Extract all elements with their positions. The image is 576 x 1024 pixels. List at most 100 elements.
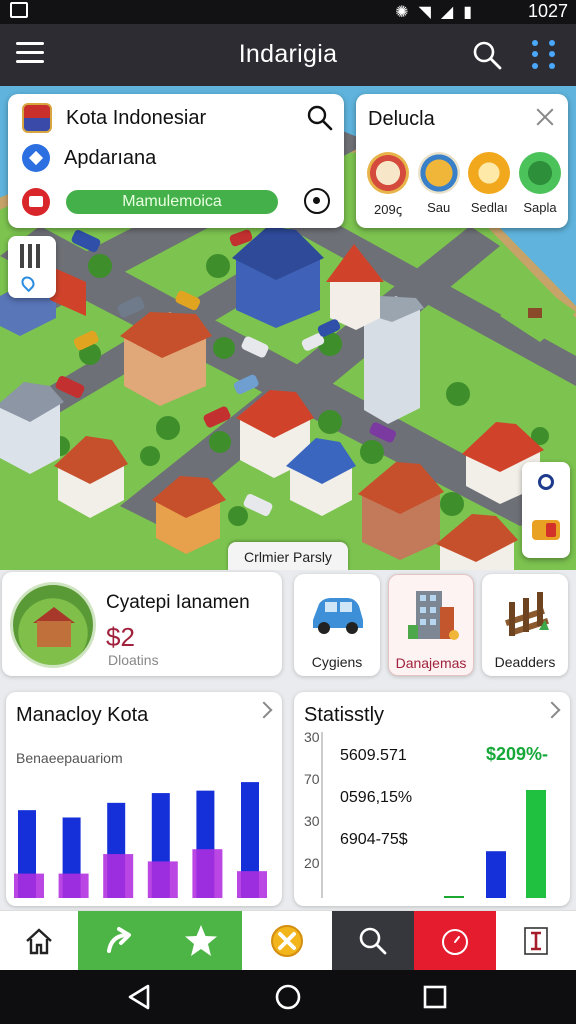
delucla-item-label: Sau (427, 200, 451, 215)
delucla-items: 209ꞔ Sau Sedlaı Sapla (364, 152, 564, 218)
map-side-control[interactable] (522, 462, 570, 558)
leaf-icon (518, 152, 561, 194)
map-location-label[interactable]: Crlmier Parsly (228, 542, 348, 570)
area-name: Apdarıana (64, 146, 157, 169)
chart-bar (526, 790, 546, 898)
category-label: Danajemas (395, 655, 467, 671)
more-options-icon[interactable] (526, 38, 562, 72)
timer-icon (442, 929, 468, 955)
building-icon (408, 591, 459, 640)
system-nav-bar (0, 970, 576, 1024)
video-icon (22, 188, 50, 216)
statisstly-chart-card[interactable]: Statisstly 30 70 30 20 5609.571 0596,15% 6904-… (294, 692, 570, 906)
clock: 1027 (527, 1, 568, 21)
award-badge-icon (367, 152, 409, 194)
nav-text[interactable] (496, 911, 576, 971)
y-tick-label: 20 (304, 855, 320, 871)
delucla-card: Delucla 209ꞔ Sau Sedlaı Sapla (356, 94, 568, 228)
nav-timer[interactable] (414, 911, 496, 971)
screenshot-icon (10, 2, 28, 18)
nav-favorites[interactable] (160, 911, 242, 971)
app-bar: Indarigia (0, 24, 576, 86)
stat-line: 5609.571 (340, 747, 407, 764)
chart-bar (14, 873, 44, 898)
pin-icon (18, 273, 38, 293)
status-icons: ✺ ◥ ◢ ▮ (395, 2, 472, 22)
close-icon[interactable] (534, 106, 556, 128)
chart-bar (444, 896, 464, 898)
chart-bar (147, 861, 178, 898)
car-icon (313, 598, 363, 634)
dashboard: Cyatepi Ianamen $2 Dloatins Cygiens Dana… (0, 570, 576, 910)
locate-target-icon[interactable] (304, 188, 330, 214)
nav-search[interactable] (332, 911, 414, 971)
gift-icon (468, 152, 511, 194)
y-tick-label: 70 (304, 771, 320, 787)
category-label: Deadders (494, 654, 556, 670)
status-pill[interactable]: Mamulemoica (66, 190, 278, 214)
home-button-icon[interactable] (271, 980, 305, 1014)
chart-bar (58, 873, 89, 898)
stat-line: 0596,15% (340, 789, 412, 806)
bar-chart (14, 782, 267, 898)
delucla-item[interactable]: Sedlaı (465, 152, 513, 218)
star-icon (185, 925, 217, 956)
location-row-status (22, 186, 50, 218)
city-map[interactable]: Kota Indonesiar Apdarıana Mamulemoica De… (0, 86, 576, 570)
location-row-city[interactable]: Kota Indonesiar (22, 102, 206, 134)
y-tick-label: 30 (304, 729, 320, 745)
nav-home[interactable] (0, 911, 78, 971)
delucla-title: Delucla (368, 108, 435, 130)
construction-icon (417, 152, 460, 194)
location-row-area[interactable]: Apdarıana (22, 142, 156, 174)
chart-bar (103, 854, 134, 898)
toolbox-icon (532, 520, 560, 540)
category-tile-active[interactable]: Danajemas (388, 574, 474, 676)
category-label: Cygiens (311, 654, 363, 670)
summary-card[interactable]: Cyatepi Ianamen $2 Dloatins (2, 572, 282, 676)
wifi-icon: ◥ (418, 4, 431, 21)
chart-bar (486, 851, 506, 898)
category-tile[interactable]: Deadders (482, 574, 568, 676)
navigation-icon (22, 144, 50, 172)
manacloy-chart-card[interactable]: Manacloy Kota Benaeepauariom (6, 692, 282, 906)
stat-line: 6904-75$ (340, 831, 408, 848)
share-arrow-icon (107, 927, 131, 953)
battery-icon: ▮ (463, 4, 472, 21)
home-icon (26, 928, 52, 955)
delucla-item[interactable]: 209ꞔ (364, 152, 412, 218)
summary-subtitle: Dloatins (108, 652, 159, 668)
back-icon[interactable] (122, 980, 156, 1014)
summary-title: Cyatepi Ianamen (106, 592, 250, 613)
delucla-item-label: Sapla (523, 200, 557, 215)
coin-icon (271, 925, 303, 957)
nav-coins[interactable] (242, 911, 332, 971)
qr-grid-icon (20, 244, 40, 268)
recents-icon[interactable] (418, 980, 452, 1014)
delucla-item-label: Sedlaı (470, 200, 508, 215)
village-thumbnail (10, 582, 96, 668)
stats-chart: 30 70 30 20 5609.571 0596,15% 6904-75$ $209%- (304, 729, 548, 898)
search-icon[interactable] (472, 40, 502, 70)
fence-icon (505, 592, 549, 637)
text-cursor-icon (524, 927, 548, 955)
summary-value: $2 (106, 622, 135, 652)
stat-highlight: $209%- (486, 744, 548, 764)
chart-bar (237, 871, 267, 898)
search-icon[interactable] (306, 104, 334, 132)
map-layers-control[interactable] (8, 236, 56, 298)
chart-bar (192, 849, 223, 898)
delucla-item[interactable]: Sau (415, 152, 463, 218)
bottom-nav (0, 910, 576, 971)
delucla-item-label: 209ꞔ (374, 202, 402, 217)
city-name: Kota Indonesiar (66, 106, 207, 129)
status-bar: ✺ ◥ ◢ ▮ 1027 (0, 0, 576, 24)
search-icon (359, 927, 387, 955)
signal-icon: ◢ (440, 4, 454, 21)
nav-share[interactable] (78, 911, 160, 971)
compass-icon (538, 474, 554, 490)
category-tile[interactable]: Cygiens (294, 574, 380, 676)
location-card: Kota Indonesiar Apdarıana Mamulemoica (8, 94, 344, 228)
delucla-item[interactable]: Sapla (516, 152, 564, 218)
settings-icon: ✺ (395, 4, 409, 21)
